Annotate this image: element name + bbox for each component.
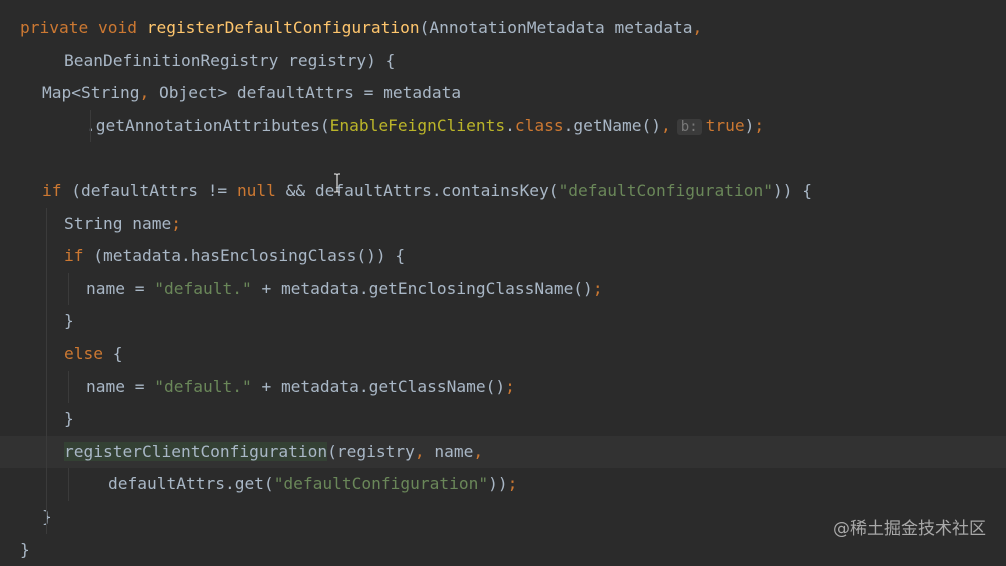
code-line[interactable]: }: [0, 305, 1006, 337]
code-token: ,: [414, 441, 435, 461]
code-line-text: else {: [64, 338, 122, 370]
code-token: (metadata.hasEnclosingClass()) {: [93, 246, 406, 266]
code-token: registerClientConfiguration: [64, 441, 328, 461]
code-line-text: BeanDefinitionRegistry registry) {: [64, 45, 395, 77]
code-line-text: String name;: [64, 208, 181, 240]
code-line-text: }: [64, 403, 74, 435]
indent-guide: [90, 109, 91, 143]
code-token: name =: [86, 278, 155, 298]
code-token: }: [64, 409, 74, 429]
code-token: (registry: [327, 441, 415, 461]
code-line-text: name = "default." + metadata.getEnclosin…: [86, 273, 603, 305]
code-line[interactable]: .getAnnotationAttributes(EnableFeignClie…: [0, 110, 1006, 142]
code-token: registerDefaultConfiguration: [146, 18, 420, 37]
code-line[interactable]: name = "default." + metadata.getClassNam…: [0, 371, 1006, 403]
code-token: "defaultConfiguration": [273, 474, 489, 494]
indent-guide: [68, 468, 69, 501]
code-line[interactable]: [0, 142, 1006, 174]
indent-guide: [68, 370, 69, 404]
code-token: ,: [692, 18, 703, 37]
code-token: if: [42, 181, 72, 200]
code-line[interactable]: if (metadata.hasEnclosingClass()) {: [0, 240, 1006, 272]
code-token: if: [64, 246, 94, 266]
code-line-text: }: [20, 534, 30, 566]
code-line[interactable]: private void registerDefaultConfiguratio…: [0, 12, 1006, 44]
code-token: ;: [592, 278, 603, 298]
code-token: "default.": [154, 278, 252, 298]
code-token: + metadata.getClassName(): [251, 376, 506, 396]
parameter-hint: b:: [676, 118, 702, 135]
code-editor[interactable]: private void registerDefaultConfiguratio…: [0, 0, 1006, 559]
code-line[interactable]: Map<String, Object> defaultAttrs = metad…: [0, 77, 1006, 109]
code-line-text: if (metadata.hasEnclosingClass()) {: [64, 240, 405, 272]
code-token: {: [112, 344, 123, 363]
code-line-text: defaultAttrs.get("defaultConfiguration")…: [108, 468, 517, 500]
code-token: private void: [20, 18, 147, 37]
code-token: class: [514, 115, 564, 135]
code-line[interactable]: name = "default." + metadata.getEnclosin…: [0, 273, 1006, 305]
code-line-text: .getAnnotationAttributes(EnableFeignClie…: [86, 110, 764, 143]
code-line[interactable]: registerClientConfiguration(registry, na…: [0, 435, 1006, 468]
code-token: .getAnnotationAttributes(: [86, 115, 330, 135]
code-token: + metadata.getEnclosingClassName(): [251, 278, 593, 298]
code-token: .getName(): [563, 115, 662, 135]
code-token: "default.": [154, 376, 252, 396]
code-token: String name: [64, 213, 172, 233]
code-token: null: [236, 181, 276, 200]
code-token: Object> defaultAttrs = metadata: [158, 83, 462, 103]
code-line-text: Map<String, Object> defaultAttrs = metad…: [42, 77, 461, 109]
text-cursor-icon: [333, 173, 341, 193]
code-line[interactable]: BeanDefinitionRegistry registry) {: [0, 45, 1006, 77]
code-token: && defaultAttrs.containsKey(: [275, 181, 559, 200]
code-line[interactable]: }: [0, 403, 1006, 435]
code-token: (AnnotationMetadata metadata: [419, 18, 693, 37]
code-line-text: name = "default." + metadata.getClassNam…: [86, 371, 515, 403]
code-token: else: [64, 344, 113, 363]
code-line-text: if (defaultAttrs != null && defaultAttrs…: [42, 175, 812, 207]
code-token: ;: [754, 115, 765, 135]
code-token: ;: [505, 376, 515, 396]
code-line-text: registerClientConfiguration(registry, na…: [64, 436, 483, 468]
code-line[interactable]: defaultAttrs.get("defaultConfiguration")…: [0, 468, 1006, 500]
code-token: ): [744, 115, 755, 135]
code-token: }: [64, 311, 74, 331]
code-token: )) {: [772, 181, 812, 200]
code-token: (defaultAttrs !=: [71, 181, 237, 200]
code-token: ,: [661, 115, 671, 135]
watermark: @稀土掘金技术社区: [833, 519, 986, 539]
code-token: EnableFeignClients: [329, 115, 506, 135]
code-token: BeanDefinitionRegistry registry) {: [64, 50, 396, 70]
code-token: defaultAttrs.get(: [108, 474, 274, 494]
code-token: true: [705, 115, 745, 135]
indent-guide: [46, 207, 47, 534]
code-line[interactable]: if (defaultAttrs != null && defaultAttrs…: [0, 175, 1006, 207]
code-token: ,: [139, 83, 159, 103]
code-token: ;: [507, 474, 518, 494]
code-token: "defaultConfiguration": [558, 181, 773, 200]
code-token: .: [505, 115, 515, 135]
code-token: ;: [171, 213, 181, 233]
code-token: Map<String: [42, 83, 140, 103]
code-line[interactable]: String name;: [0, 208, 1006, 240]
code-token: name =: [86, 376, 155, 396]
code-token: name: [434, 441, 474, 461]
indent-guide: [68, 272, 69, 306]
code-line[interactable]: else {: [0, 338, 1006, 370]
code-line-text: }: [64, 305, 74, 337]
code-token: )): [488, 474, 508, 494]
code-line-text: private void registerDefaultConfiguratio…: [20, 12, 702, 44]
code-token: ,: [473, 441, 484, 461]
code-token: }: [20, 539, 30, 559]
